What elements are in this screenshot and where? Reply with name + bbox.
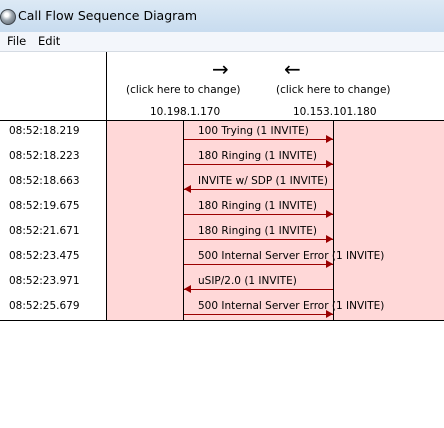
message-arrow-line <box>184 214 333 215</box>
message-label[interactable]: 180 Ringing (1 INVITE) <box>198 150 317 162</box>
message-arrow-line <box>184 239 333 240</box>
message-label[interactable]: 180 Ringing (1 INVITE) <box>198 200 317 212</box>
title-bar: Call Flow Sequence Diagram <box>0 0 444 32</box>
timestamp: 08:52:19.675 <box>9 200 80 212</box>
right-endpoint-ip: 10.153.101.180 <box>293 106 377 118</box>
message-arrow-line <box>184 164 333 165</box>
left-endpoint-ip: 10.198.1.170 <box>150 106 221 118</box>
timestamp-column-divider <box>106 52 107 321</box>
timestamp: 08:52:23.971 <box>9 275 80 287</box>
arrowhead-icon <box>326 310 333 318</box>
message-arrow-line <box>184 139 333 140</box>
message-arrow-line <box>184 189 333 190</box>
direction-left-arrow[interactable]: ← <box>284 59 301 79</box>
window-title: Call Flow Sequence Diagram <box>18 8 198 23</box>
timestamp: 08:52:23.475 <box>9 250 80 262</box>
message-label[interactable]: uSIP/2.0 (1 INVITE) <box>198 275 297 287</box>
arrowhead-icon <box>184 285 191 293</box>
message-arrow-line <box>184 264 333 265</box>
timestamp: 08:52:18.663 <box>9 175 80 187</box>
right-lifeline <box>333 121 334 320</box>
arrowhead-icon <box>326 210 333 218</box>
message-label[interactable]: 100 Trying (1 INVITE) <box>198 125 309 137</box>
header-divider <box>0 120 444 121</box>
menu-edit[interactable]: Edit <box>37 34 61 48</box>
change-left-endpoint-link[interactable]: (click here to change) <box>126 84 241 96</box>
timestamp: 08:52:25.679 <box>9 300 80 312</box>
arrowhead-icon <box>184 185 191 193</box>
message-label[interactable]: 500 Internal Server Error (1 INVITE) <box>198 300 384 312</box>
message-arrow-line <box>184 289 333 290</box>
menu-bar: File Edit <box>0 32 444 52</box>
arrowhead-icon <box>326 260 333 268</box>
arrowhead-icon <box>326 235 333 243</box>
timestamp: 08:52:18.219 <box>9 125 80 137</box>
change-right-endpoint-link[interactable]: (click here to change) <box>276 84 391 96</box>
arrowhead-icon <box>326 135 333 143</box>
diagram-bottom-border <box>0 320 444 321</box>
timestamp: 08:52:21.671 <box>9 225 80 237</box>
message-label[interactable]: 500 Internal Server Error (1 INVITE) <box>198 250 384 262</box>
message-label[interactable]: INVITE w/ SDP (1 INVITE) <box>198 175 328 187</box>
timestamp: 08:52:18.223 <box>9 150 80 162</box>
message-label[interactable]: 180 Ringing (1 INVITE) <box>198 225 317 237</box>
globe-icon <box>0 9 16 25</box>
menu-file[interactable]: File <box>6 34 27 48</box>
arrowhead-icon <box>326 160 333 168</box>
direction-right-arrow[interactable]: → <box>212 59 229 79</box>
message-arrow-line <box>184 314 333 315</box>
